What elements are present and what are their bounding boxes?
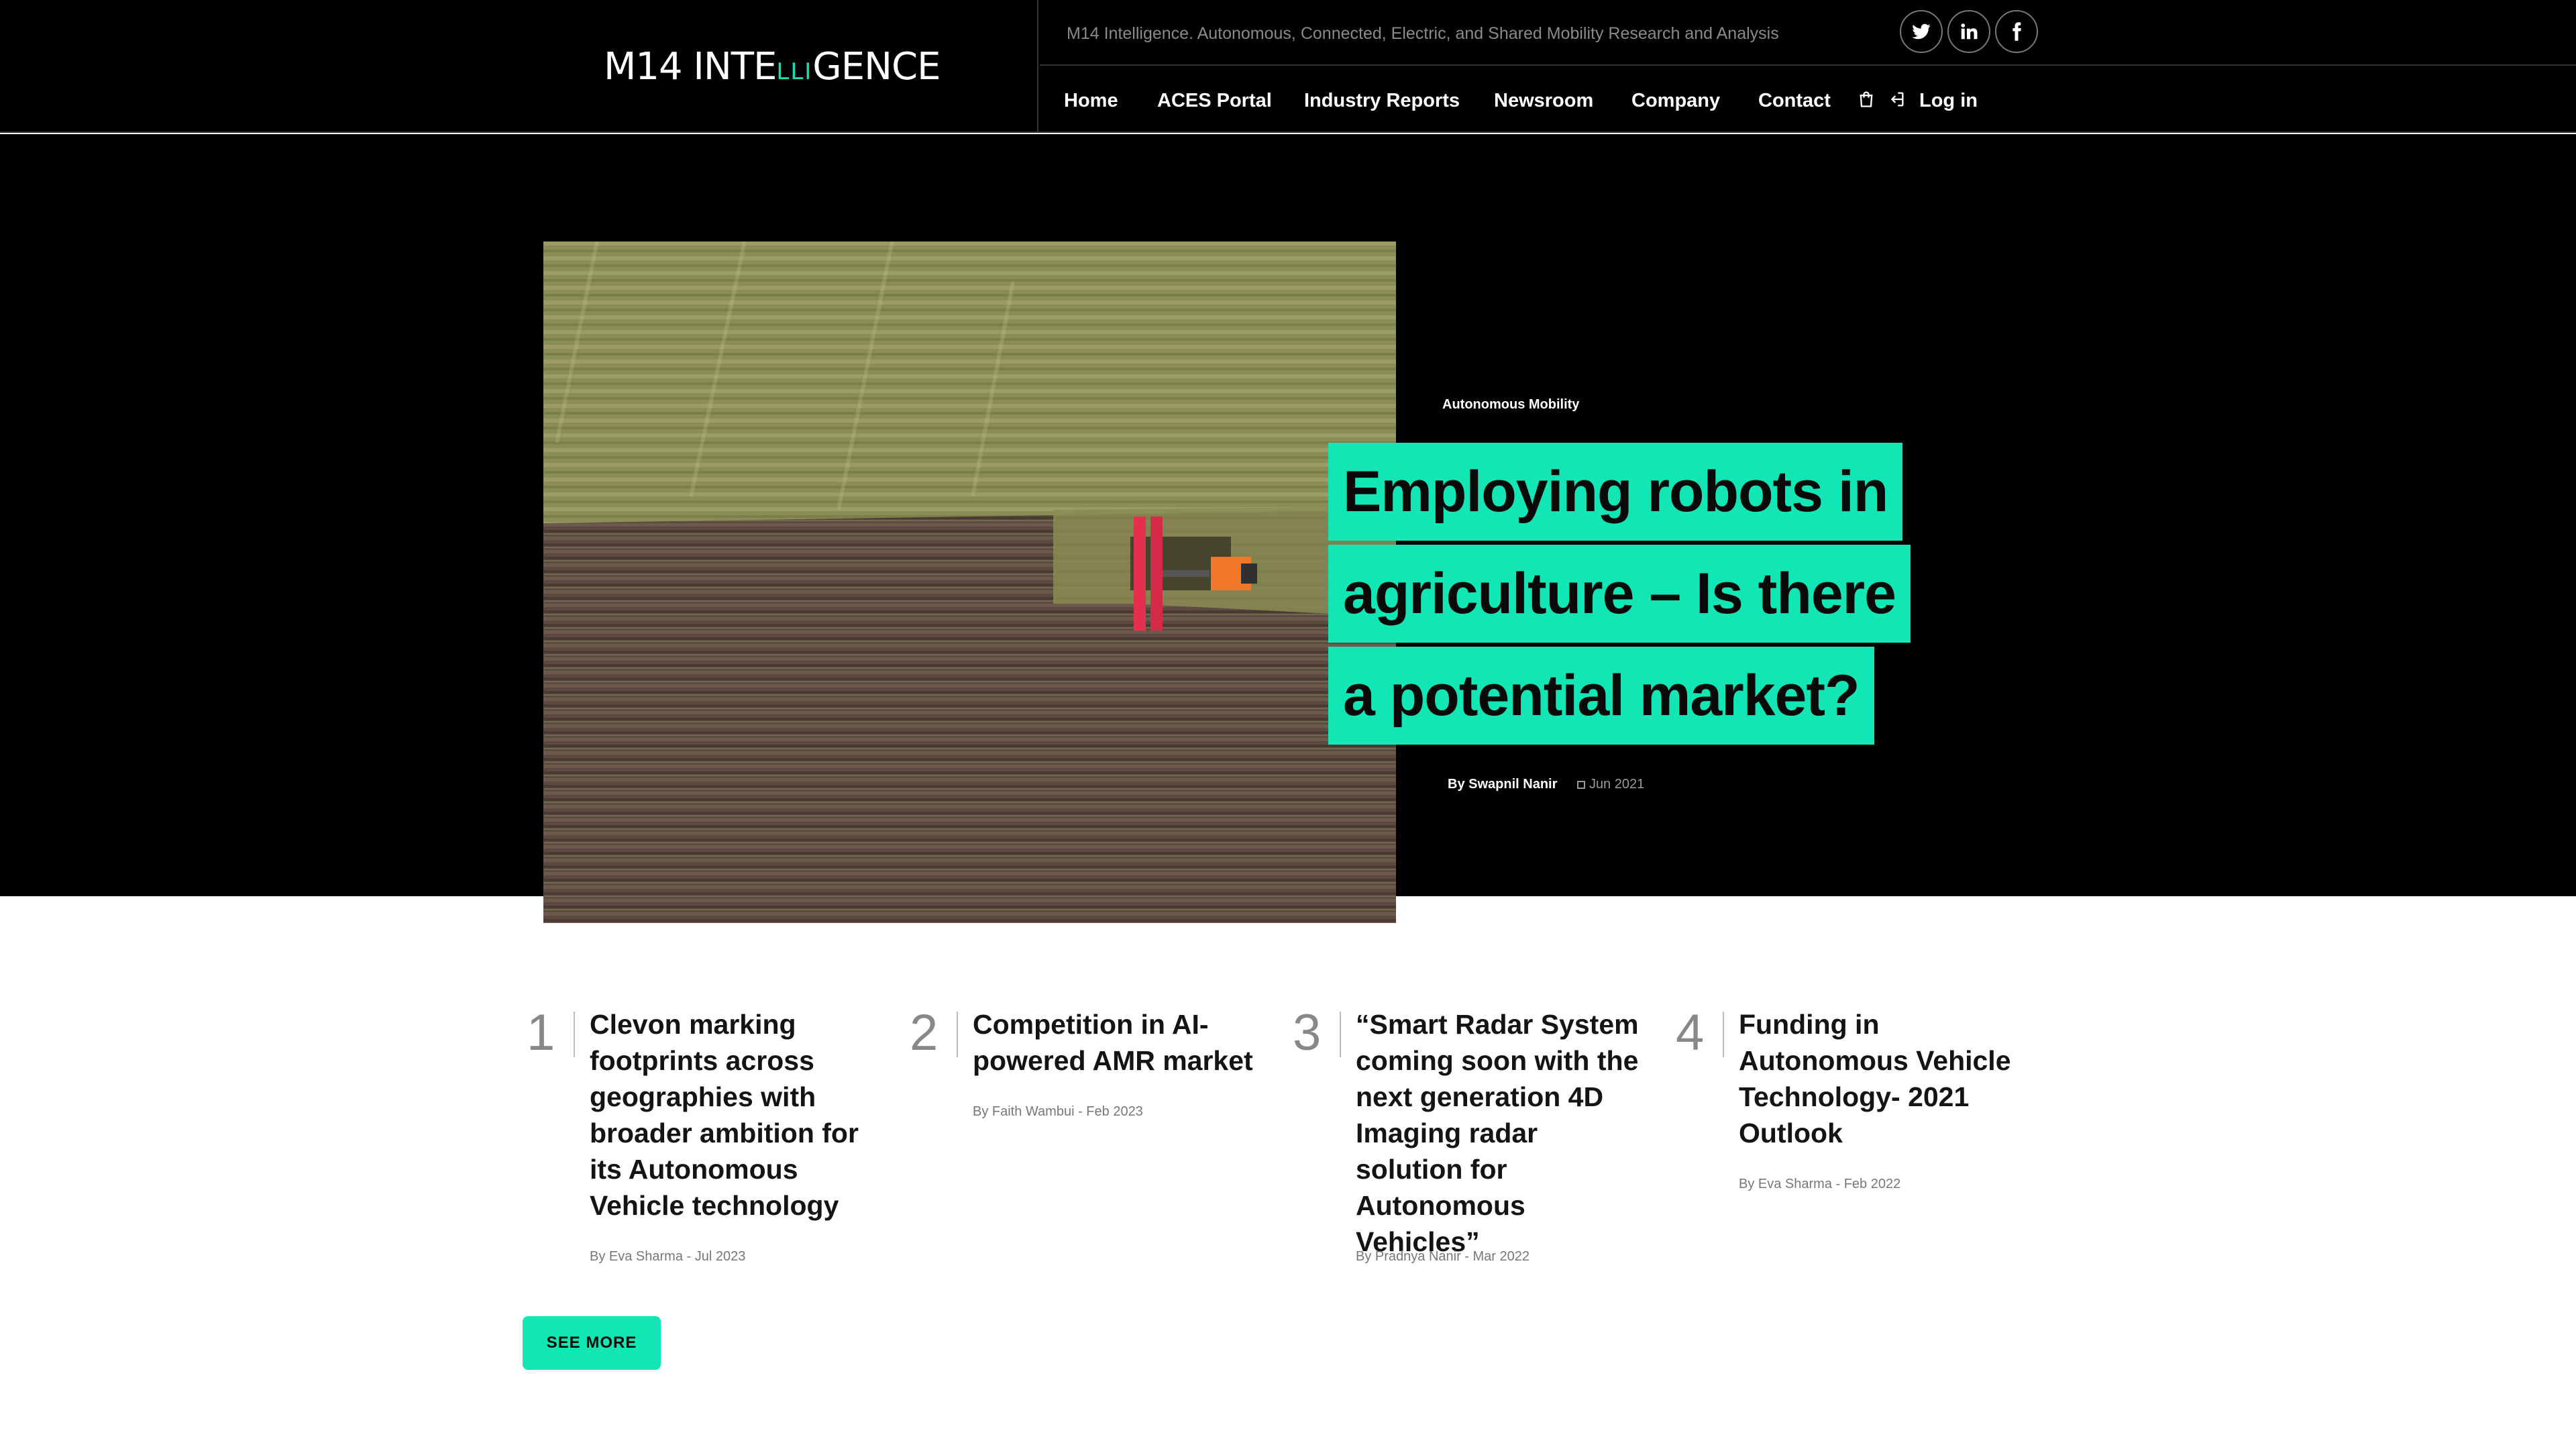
site-logo[interactable]: M14 INTELLIGENCE	[604, 45, 941, 93]
hero-image[interactable]	[543, 241, 1396, 923]
article-byline: By Faith Wambui - Feb 2023	[973, 1104, 1143, 1119]
nav-newsroom[interactable]: Newsroom	[1494, 90, 1593, 112]
calendar-icon	[1576, 781, 1585, 789]
article-title[interactable]: Funding in Autonomous Vehicle Technology…	[1739, 1006, 2034, 1151]
headline-line-3: a potential market?	[1328, 647, 1874, 745]
article-byline: By Eva Sharma - Feb 2022	[1739, 1177, 1901, 1191]
logo-text-right: GENCE	[812, 45, 941, 89]
login-link[interactable]: Log in	[1919, 90, 1978, 112]
nav-company[interactable]: Company	[1631, 90, 1720, 112]
site-header: M14 INTELLIGENCE M14 Intelligence. Auton…	[0, 0, 2576, 133]
nav-industry-reports[interactable]: Industry Reports	[1304, 90, 1460, 112]
page: M14 INTELLIGENCE M14 Intelligence. Auton…	[0, 0, 2576, 1449]
login-icon[interactable]	[1887, 90, 1906, 109]
hero-headline[interactable]: Employing robots in agriculture – Is the…	[1328, 443, 1959, 749]
twitter-icon[interactable]	[1900, 10, 1943, 53]
hero-category[interactable]: Autonomous Mobility	[1442, 397, 1579, 413]
article-byline: By Pradnya Nanir - Mar 2022	[1356, 1249, 1530, 1264]
divider	[1340, 1012, 1341, 1057]
divider	[1723, 1012, 1724, 1057]
cart-icon[interactable]	[1857, 90, 1876, 109]
linkedin-icon[interactable]	[1947, 10, 1990, 53]
divider	[957, 1012, 958, 1057]
nav-home[interactable]: Home	[1064, 90, 1118, 112]
hero-date: Jun 2021	[1576, 777, 1645, 792]
nav-contact[interactable]: Contact	[1758, 90, 1831, 112]
facebook-icon[interactable]	[1995, 10, 2038, 53]
hero-byline: By Swapnil Nanir Jun 2021	[1448, 777, 1644, 792]
article-title[interactable]: Competition in AI-powered AMR market	[973, 1006, 1268, 1079]
logo-text-left: M14 INTE	[604, 45, 777, 89]
hero-author[interactable]: By Swapnil Nanir	[1448, 777, 1557, 792]
article-title[interactable]: Clevon marking footprints across geograp…	[590, 1006, 885, 1224]
site-tagline: M14 Intelligence. Autonomous, Connected,…	[1067, 24, 1779, 43]
hero-date-text: Jun 2021	[1589, 777, 1645, 792]
headline-line-1: Employing robots in	[1328, 443, 1903, 541]
nav-aces-portal[interactable]: ACES Portal	[1157, 90, 1272, 112]
article-number: 4	[1676, 1004, 1705, 1061]
headline-line-2: agriculture – Is there	[1328, 545, 1911, 643]
main-nav: Home ACES Portal Industry Reports Newsro…	[1040, 67, 2576, 133]
see-more-button[interactable]: SEE MORE	[523, 1316, 661, 1370]
article-title[interactable]: “Smart Radar System coming soon with the…	[1356, 1006, 1651, 1260]
article-number: 3	[1293, 1004, 1322, 1061]
divider	[574, 1012, 575, 1057]
top-bar: M14 Intelligence. Autonomous, Connected,…	[1040, 0, 2576, 66]
article-number: 2	[910, 1004, 938, 1061]
article-byline: By Eva Sharma - Jul 2023	[590, 1249, 746, 1264]
logo-area: M14 INTELLIGENCE	[0, 0, 1038, 133]
logo-text-accent: LLI	[776, 58, 813, 85]
article-number: 1	[527, 1004, 555, 1061]
